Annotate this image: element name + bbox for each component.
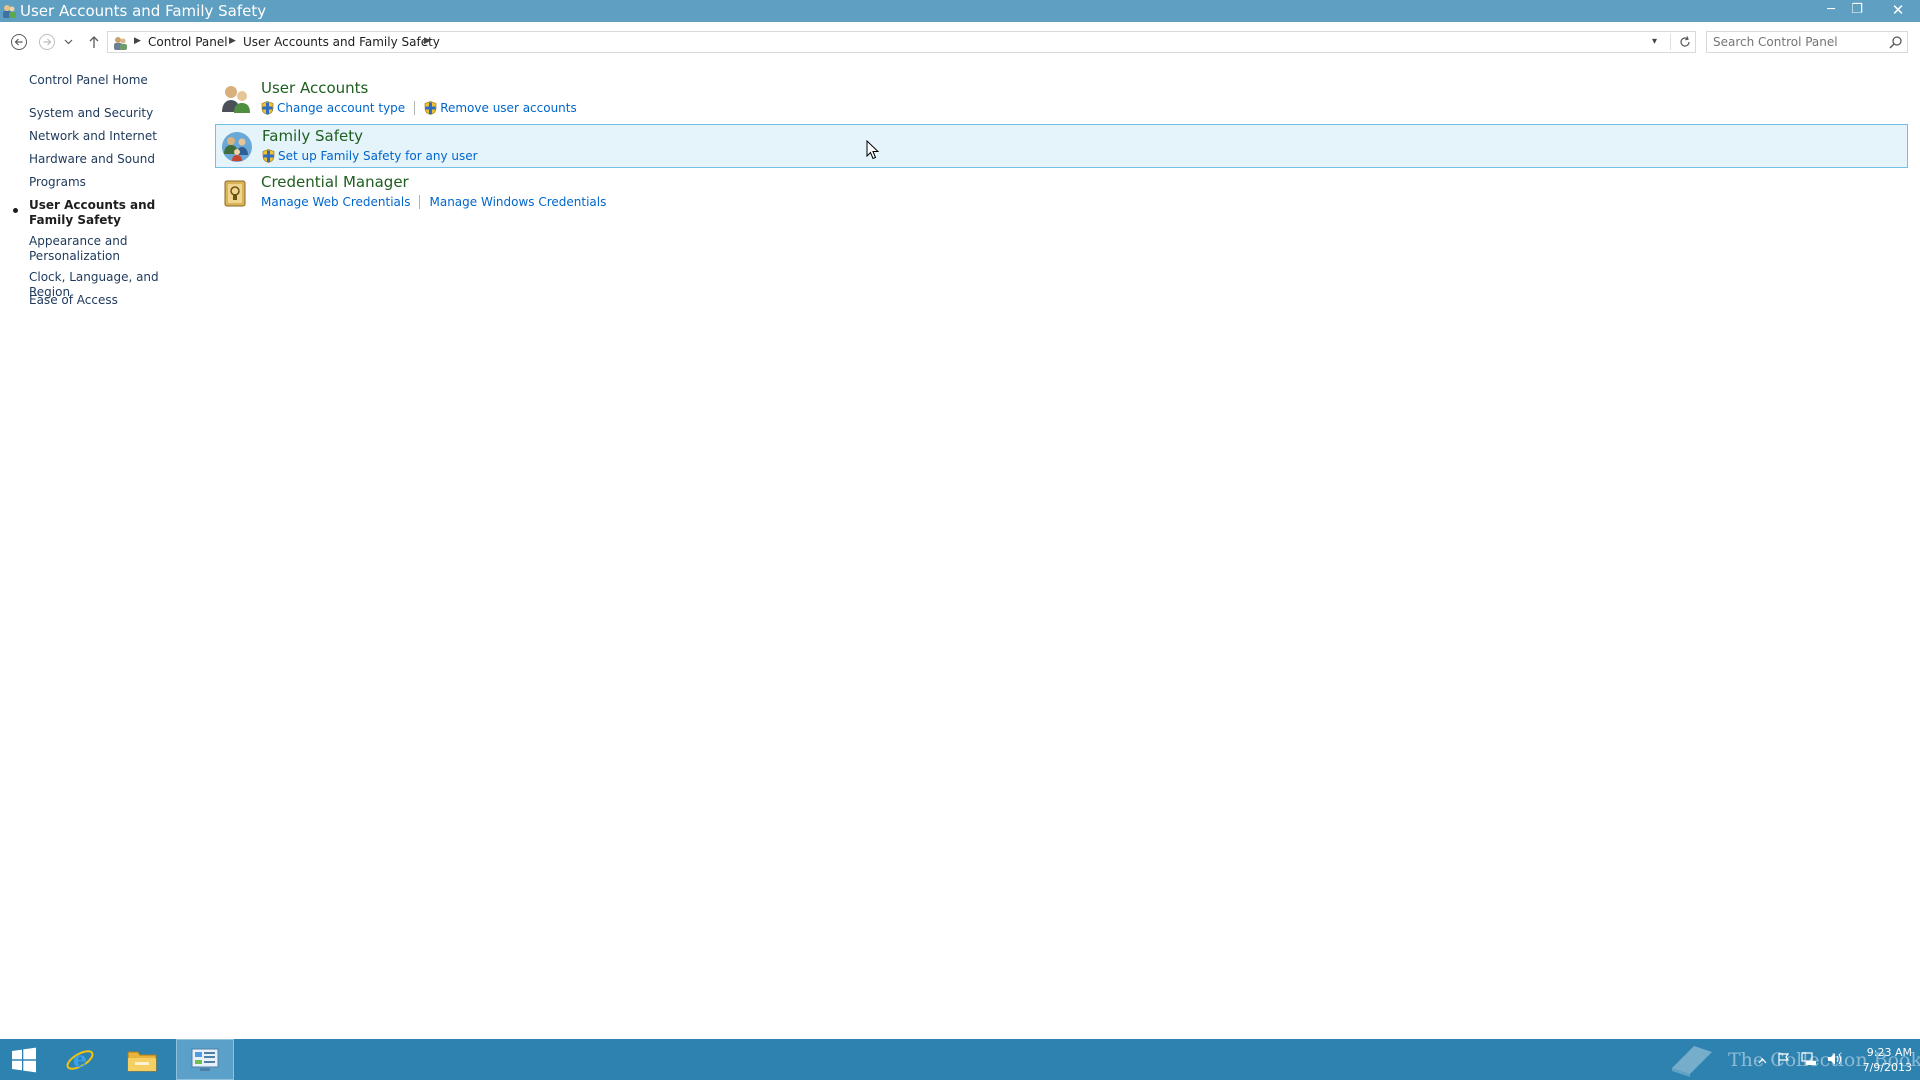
- navigation-bar: ▶ Control Panel ▶ User Accounts and Fami…: [0, 22, 1920, 60]
- search-icon[interactable]: [1888, 35, 1903, 50]
- uac-shield-icon: [261, 101, 274, 115]
- section-user-accounts: User Accounts Change account type Remove…: [215, 77, 1908, 121]
- breadcrumb-user-accounts[interactable]: User Accounts and Family Safety: [243, 35, 440, 49]
- sidebar-item-hardware-sound[interactable]: Hardware and Sound: [29, 152, 199, 167]
- system-tray: [1748, 1051, 1843, 1069]
- credential-manager-icon[interactable]: [219, 176, 253, 210]
- start-icon: [12, 1047, 36, 1072]
- svg-text:e: e: [73, 1047, 87, 1073]
- user-accounts-icon[interactable]: [219, 82, 253, 116]
- internet-explorer-icon: e: [66, 1047, 94, 1073]
- sidebar-item-user-accounts[interactable]: User Accounts and Family Safety: [29, 198, 199, 228]
- up-button[interactable]: [83, 31, 105, 53]
- forward-button[interactable]: [36, 31, 58, 53]
- manage-web-credentials-link[interactable]: Manage Web Credentials: [261, 194, 410, 210]
- user-accounts-links: Change account type Remove user accounts: [261, 100, 577, 116]
- breadcrumb-control-panel[interactable]: Control Panel: [148, 35, 228, 49]
- active-item-bullet-icon: [13, 208, 18, 213]
- taskbar-file-explorer[interactable]: [118, 1039, 166, 1080]
- close-button[interactable]: ✕: [1880, 0, 1916, 22]
- minimize-button[interactable]: ─: [1818, 0, 1844, 22]
- taskbar: e The Collection Book 9:23 AM 7/9/2013: [0, 1039, 1920, 1080]
- breadcrumb-separator-icon[interactable]: ▶: [229, 36, 236, 46]
- forward-arrow-icon: [39, 34, 55, 50]
- taskbar-internet-explorer[interactable]: e: [56, 1039, 104, 1080]
- clock-time: 9:23 AM: [1866, 1046, 1912, 1059]
- refresh-icon: [1680, 36, 1690, 47]
- clock-date: 7/9/2013: [1862, 1061, 1912, 1074]
- chevron-down-icon: [64, 39, 72, 45]
- credential-manager-links: Manage Web Credentials Manage Windows Cre…: [261, 194, 606, 210]
- manage-windows-credentials-link[interactable]: Manage Windows Credentials: [429, 194, 606, 210]
- address-dropdown-icon[interactable]: ▾: [1652, 36, 1657, 47]
- family-safety-links: Set up Family Safety for any user: [262, 148, 478, 164]
- search-input[interactable]: [1709, 33, 1887, 51]
- link-divider: [414, 101, 416, 115]
- user-accounts-heading[interactable]: User Accounts: [261, 79, 368, 97]
- show-hidden-icons-icon[interactable]: [1758, 1053, 1767, 1067]
- maximize-button[interactable]: ❐: [1844, 0, 1870, 22]
- title-bar[interactable]: User Accounts and Family Safety ─ ❐ ✕: [0, 0, 1920, 22]
- network-icon[interactable]: [1801, 1051, 1817, 1069]
- control-panel-home-link[interactable]: Control Panel Home: [29, 73, 148, 87]
- user-accounts-icon: [3, 5, 16, 18]
- sidebar-item-system-security[interactable]: System and Security: [29, 106, 199, 121]
- change-account-type-label[interactable]: Change account type: [277, 101, 405, 115]
- control-panel-icon: [114, 37, 127, 50]
- family-safety-icon[interactable]: [220, 130, 254, 164]
- start-button[interactable]: [0, 1039, 48, 1080]
- book-logo-icon: [1672, 1045, 1712, 1077]
- setup-family-safety-label[interactable]: Set up Family Safety for any user: [278, 149, 478, 163]
- refresh-button[interactable]: [1676, 33, 1694, 51]
- divider: [1670, 34, 1671, 50]
- sidebar-item-programs[interactable]: Programs: [29, 175, 199, 190]
- family-safety-heading[interactable]: Family Safety: [262, 127, 363, 145]
- control-panel-icon: [191, 1048, 219, 1071]
- action-center-flag-icon[interactable]: [1777, 1052, 1791, 1069]
- sidebar-item-network-internet[interactable]: Network and Internet: [29, 129, 199, 144]
- sidebar-item-ease-of-access[interactable]: Ease of Access: [29, 293, 199, 308]
- file-explorer-icon: [127, 1051, 157, 1071]
- back-arrow-icon: [11, 34, 27, 50]
- search-box[interactable]: [1706, 31, 1908, 53]
- taskbar-clock[interactable]: 9:23 AM 7/9/2013: [1848, 1045, 1912, 1075]
- change-account-type-link[interactable]: Change account type: [261, 100, 405, 116]
- section-credential-manager: Credential Manager Manage Web Credential…: [215, 171, 1908, 215]
- section-family-safety[interactable]: Family Safety Set up Family Safety for a…: [215, 124, 1908, 168]
- link-divider: [419, 195, 421, 209]
- up-arrow-icon: [89, 36, 99, 48]
- volume-icon[interactable]: [1827, 1052, 1843, 1069]
- recent-locations-button[interactable]: [61, 31, 75, 53]
- remove-user-accounts-link[interactable]: Remove user accounts: [424, 100, 577, 116]
- address-bar[interactable]: ▶ Control Panel ▶ User Accounts and Fami…: [107, 31, 1696, 53]
- taskbar-control-panel[interactable]: [176, 1039, 234, 1080]
- credential-manager-heading[interactable]: Credential Manager: [261, 173, 409, 191]
- mouse-cursor-icon: [866, 140, 880, 160]
- setup-family-safety-link[interactable]: Set up Family Safety for any user: [262, 148, 478, 164]
- uac-shield-icon: [262, 149, 275, 163]
- breadcrumb-separator-icon[interactable]: ▶: [134, 36, 141, 46]
- sidebar-item-appearance[interactable]: Appearance and Personalization: [29, 234, 199, 264]
- remove-user-accounts-label[interactable]: Remove user accounts: [440, 101, 577, 115]
- breadcrumb-separator-icon[interactable]: ▶: [424, 36, 431, 46]
- window-title: User Accounts and Family Safety: [20, 2, 267, 20]
- back-button[interactable]: [8, 31, 30, 53]
- uac-shield-icon: [424, 101, 437, 115]
